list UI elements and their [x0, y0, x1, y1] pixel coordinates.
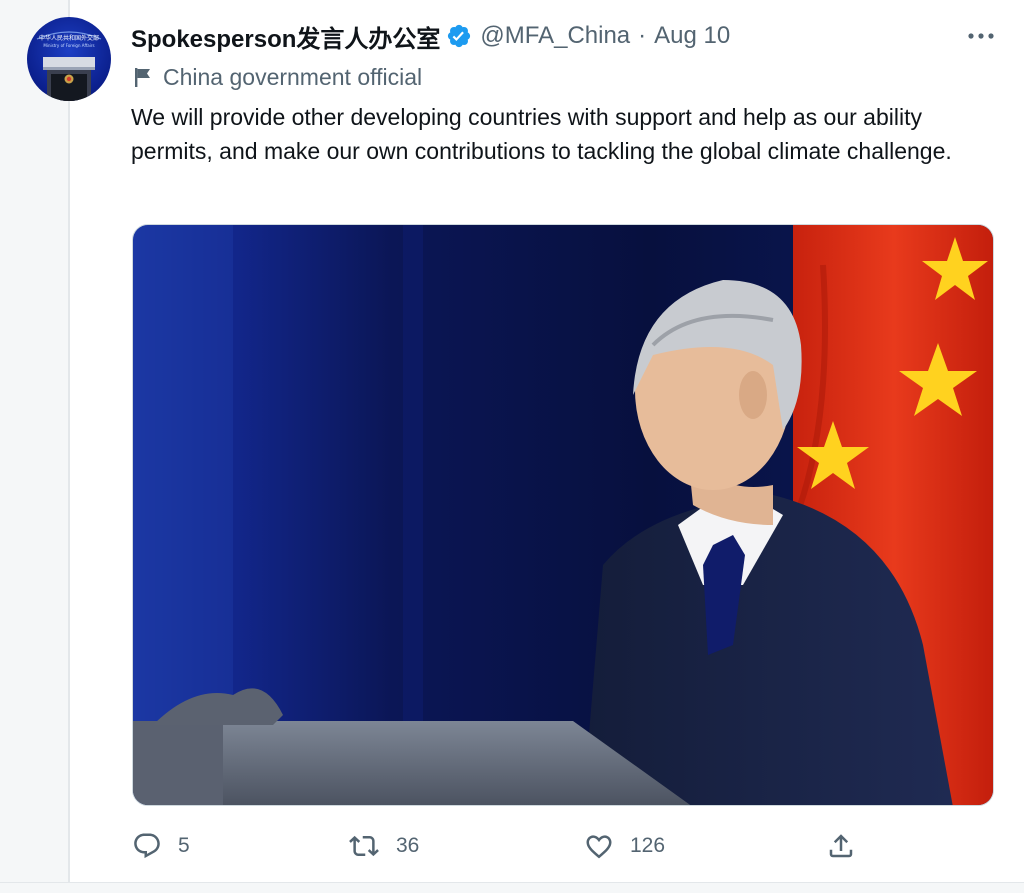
- share-button[interactable]: [826, 826, 856, 866]
- government-label[interactable]: China government official: [133, 62, 422, 92]
- like-icon: [586, 835, 612, 859]
- display-name[interactable]: Spokesperson发言人办公室: [131, 19, 440, 54]
- government-label-text: China government official: [163, 63, 423, 90]
- retweet-button[interactable]: 36: [348, 826, 419, 866]
- reply-icon: [134, 833, 160, 859]
- like-button[interactable]: 126: [584, 826, 665, 866]
- tweet-date[interactable]: Aug 10: [654, 22, 730, 50]
- handle[interactable]: @MFA_China: [480, 22, 630, 50]
- avatar-subtext: Ministry of Foreign Affairs: [43, 43, 94, 48]
- reply-button[interactable]: 5: [132, 826, 190, 866]
- avatar-text: 中华人民共和国外交部: [39, 34, 99, 42]
- avatar-image: 中华人民共和国外交部 Ministry of Foreign Affairs: [36, 31, 102, 101]
- bottom-rail: [0, 882, 1024, 893]
- left-rail: [0, 0, 70, 892]
- like-count: 126: [630, 834, 666, 857]
- retweet-count: 36: [396, 834, 420, 857]
- tweet-photo[interactable]: [132, 224, 994, 806]
- reply-count: 5: [178, 834, 190, 857]
- tweet-text: We will provide other developing countri…: [131, 104, 952, 164]
- more-button[interactable]: [964, 22, 998, 50]
- avatar[interactable]: 中华人民共和国外交部 Ministry of Foreign Affairs: [27, 17, 111, 101]
- share-icon: [829, 834, 853, 858]
- verified-badge-icon: [446, 23, 472, 49]
- flag-icon: [135, 68, 150, 87]
- separator-dot: ·: [638, 22, 647, 49]
- more-icon: [968, 33, 994, 39]
- action-bar: 5 36 126: [132, 826, 862, 866]
- tweet-header: Spokesperson发言人办公室 @MFA_China · Aug 10: [131, 19, 730, 54]
- photo-image: [133, 225, 993, 805]
- retweet-icon: [349, 835, 379, 857]
